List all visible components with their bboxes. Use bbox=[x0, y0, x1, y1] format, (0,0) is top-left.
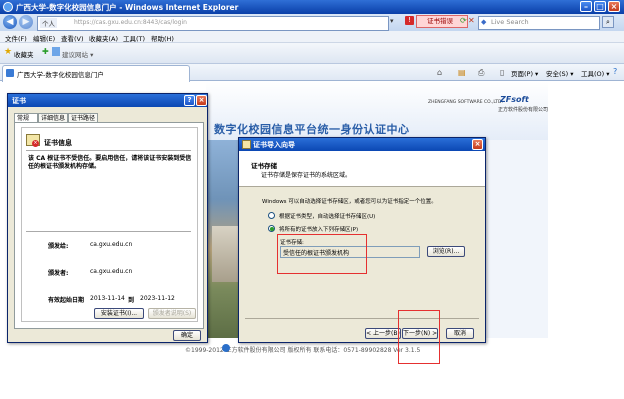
page-menu[interactable]: 页面(P) ▾ bbox=[511, 68, 538, 78]
address-bar[interactable]: 个人 https://cas.gxu.edu.cn:8443/cas/login bbox=[37, 16, 389, 31]
certificate-dialog-titlebar: 证书 ? × bbox=[8, 94, 207, 107]
window-title: 广西大学-数字化校园信息门户 - Windows Internet Explor… bbox=[16, 3, 239, 12]
tab-title: 广西大学-数字化校园信息门户 bbox=[17, 71, 104, 79]
annotation-highlight-store bbox=[277, 234, 367, 274]
page-icon: ▯ bbox=[500, 68, 505, 77]
print-icon[interactable]: ⎙ bbox=[478, 68, 484, 78]
suggested-sites-link[interactable]: 建议网站 ▾ bbox=[62, 49, 93, 59]
certificate-x-icon: × bbox=[32, 140, 39, 147]
wizard-subheading: 证书存储是保存证书的系统区域。 bbox=[261, 172, 352, 179]
live-search-icon: ◆ bbox=[481, 18, 487, 26]
radio-selected-dot bbox=[270, 227, 274, 231]
trust-warning: 该 CA 根证书不受信任。要启用信任，请将该证书安装到受信任的根证书颁发机构存储… bbox=[28, 155, 192, 170]
help-button[interactable]: ? bbox=[184, 95, 195, 106]
close-button[interactable]: × bbox=[608, 1, 620, 12]
info-heading: 证书信息 bbox=[44, 139, 72, 147]
search-input[interactable]: ◆ Live Search bbox=[478, 16, 600, 30]
address-row: ◀ ▶ 个人 https://cas.gxu.edu.cn:8443/cas/l… bbox=[0, 14, 624, 31]
wizard-description: Windows 可以自动选择证书存储区，或者您可以为证书指定一个位置。 bbox=[262, 199, 437, 205]
page-title: 数字化校园信息平台统一身份认证中心 bbox=[214, 123, 410, 136]
certificate-info-box: × 证书信息 该 CA 根证书不受信任。要启用信任，请将该证书安装到受信任的根证… bbox=[21, 127, 198, 322]
ok-button[interactable]: 确定 bbox=[173, 330, 201, 341]
minimize-button[interactable]: – bbox=[580, 1, 592, 12]
general-panel: × 证书信息 该 CA 根证书不受信任。要启用信任，请将该证书安装到受信任的根证… bbox=[14, 122, 204, 329]
wizard-titlebar: 证书导入向导 × bbox=[239, 138, 485, 151]
brand-logo: ZFsoft bbox=[500, 95, 529, 104]
close-button[interactable]: × bbox=[472, 139, 483, 150]
menu-favorites[interactable]: 收藏夹(A) bbox=[89, 33, 118, 43]
suggested-sites-icon bbox=[52, 47, 60, 56]
issued-by-value: ca.gxu.edu.cn bbox=[90, 268, 133, 275]
search-icon[interactable]: ⌕ bbox=[602, 16, 614, 28]
valid-to-value: 2023-11-12 bbox=[140, 295, 175, 302]
brand-chinese-name: 正方软件股份有限公司 bbox=[498, 107, 549, 113]
manual-store-label[interactable]: 将所有的证书放入下列存储区(P) bbox=[279, 225, 358, 233]
favorites-bar: ★ 收藏夹 ✚ 建议网站 ▾ bbox=[0, 43, 624, 64]
issued-by-label: 颁发者: bbox=[48, 270, 69, 277]
menu-bar: 文件(F) 编辑(E) 查看(V) 收藏夹(A) 工具(T) 帮助(H) bbox=[0, 31, 624, 43]
menu-file[interactable]: 文件(F) bbox=[5, 33, 27, 43]
address-url[interactable]: https://cas.gxu.edu.cn:8443/cas/login bbox=[74, 19, 187, 26]
tools-menu[interactable]: 工具(O) ▾ bbox=[581, 68, 610, 78]
section-divider bbox=[26, 231, 191, 232]
browse-button[interactable]: 浏览(R)... bbox=[427, 246, 465, 257]
stop-icon[interactable]: ✕ bbox=[468, 16, 475, 25]
refresh-icon[interactable]: ⟳ bbox=[460, 16, 467, 25]
wizard-header: 证书存储 证书存储是保存证书的系统区域。 bbox=[239, 151, 485, 187]
favorites-star-icon[interactable]: ★ bbox=[4, 47, 12, 57]
menu-edit[interactable]: 编辑(E) bbox=[33, 33, 55, 43]
valid-to-label: 到 bbox=[128, 297, 135, 304]
address-zone-label: 个人 bbox=[40, 18, 57, 28]
forward-icon[interactable]: ▶ bbox=[19, 15, 33, 29]
tab-bar: 广西大学-数字化校园信息门户 ⌂ ▤ ⎙ ▯ 页面(P) ▾ 安全(S) ▾ 工… bbox=[0, 64, 624, 82]
wizard-heading: 证书存储 bbox=[251, 162, 277, 170]
home-icon[interactable]: ⌂ bbox=[437, 68, 442, 77]
close-button[interactable]: × bbox=[196, 95, 207, 106]
add-favorite-icon[interactable]: ✚ bbox=[42, 47, 49, 56]
page-footer: ©1999-2012 正方软件股份有限公司 版权所有 联系电话：0571-899… bbox=[185, 347, 421, 354]
annotation-highlight-next bbox=[398, 310, 440, 364]
issued-to-label: 颁发给: bbox=[48, 243, 69, 250]
cancel-button[interactable]: 取消 bbox=[446, 328, 474, 339]
feeds-icon[interactable]: ▤ bbox=[458, 68, 466, 77]
maximize-button[interactable]: □ bbox=[594, 1, 606, 12]
menu-view[interactable]: 查看(V) bbox=[61, 33, 84, 43]
help-icon[interactable]: ? bbox=[613, 67, 617, 76]
certificate-dialog-title: 证书 bbox=[12, 97, 26, 105]
favorites-button[interactable]: 收藏夹 bbox=[14, 49, 34, 59]
valid-from-value: 2013-11-14 bbox=[90, 295, 125, 302]
auto-store-label[interactable]: 根据证书类型，自动选择证书存储区(U) bbox=[279, 212, 375, 220]
footer-logo-icon bbox=[222, 344, 230, 352]
menu-help[interactable]: 帮助(H) bbox=[151, 33, 174, 43]
back-button[interactable]: < 上一步(B) bbox=[365, 328, 401, 339]
ie-icon bbox=[3, 2, 13, 12]
browser-tab[interactable]: 广西大学-数字化校园信息门户 bbox=[2, 65, 190, 82]
issued-to-value: ca.gxu.edu.cn bbox=[90, 241, 133, 248]
dropdown-arrow-icon[interactable]: ▾ bbox=[390, 17, 394, 25]
search-placeholder: Live Search bbox=[491, 18, 529, 26]
back-icon[interactable]: ◀ bbox=[3, 15, 17, 29]
auto-store-radio[interactable] bbox=[268, 212, 275, 219]
cert-error-icon[interactable]: ! bbox=[405, 16, 414, 25]
campus-building bbox=[212, 226, 238, 282]
wizard-icon bbox=[242, 140, 251, 149]
issuer-statement-button[interactable]: 颁发者说明(S) bbox=[148, 308, 196, 319]
heading-divider bbox=[26, 150, 191, 151]
brand-english-name: ZHENGFANG SOFTWARE CO.,LTD. bbox=[428, 100, 503, 105]
valid-from-label: 有效起始日期 bbox=[48, 297, 85, 304]
footer-divider bbox=[245, 318, 479, 319]
window-title-bar: 广西大学-数字化校园信息门户 - Windows Internet Explor… bbox=[0, 0, 624, 14]
page-favicon-icon bbox=[6, 69, 14, 77]
certificate-dialog: 证书 ? × 常规 详细信息 证书路径 × 证书信息 该 CA 根证书不受信任。… bbox=[7, 93, 208, 343]
wizard-title: 证书导入向导 bbox=[253, 141, 295, 149]
install-certificate-button[interactable]: 安装证书(I)... bbox=[94, 308, 144, 319]
menu-tools[interactable]: 工具(T) bbox=[123, 33, 145, 43]
safety-menu[interactable]: 安全(S) ▾ bbox=[546, 68, 574, 78]
